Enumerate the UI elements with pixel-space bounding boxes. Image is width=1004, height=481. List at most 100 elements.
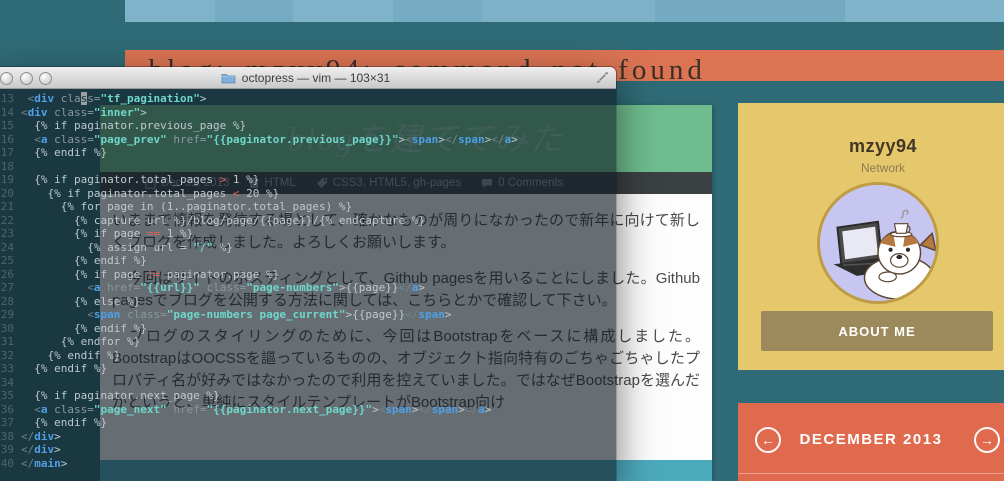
desktop: -blog: mzyy94: command not found blogを建て… xyxy=(0,0,1004,481)
browser-tab xyxy=(125,0,215,22)
archive-divider xyxy=(738,473,1004,474)
code-line: 13 <div class="tf_pagination"> xyxy=(0,92,616,106)
code-text: {% endif %} xyxy=(21,321,147,335)
line-number: 18 xyxy=(0,159,14,173)
about-me-button[interactable]: ABOUT ME xyxy=(761,311,993,351)
line-number: 23 xyxy=(0,227,14,240)
terminal-window-title: octopress — vim — 103×31 xyxy=(241,70,391,85)
code-line: 24 {% assign url = "/" %} xyxy=(0,241,616,255)
line-number: 37 xyxy=(0,416,14,429)
minimize-button[interactable] xyxy=(20,71,33,85)
vim-editor[interactable]: 13 <div class="tf_pagination"> 14 <div cla… xyxy=(0,89,616,481)
resize-icon[interactable] xyxy=(596,71,609,84)
terminal-title-bar[interactable]: octopress — vim — 103×31 xyxy=(0,67,616,89)
code-line: 36 <a class="page_next" href="{{paginato… xyxy=(0,403,616,417)
line-number: 30 xyxy=(0,321,14,335)
code-text: </div> xyxy=(21,429,61,443)
code-line: 25 {% endif %} xyxy=(0,254,616,268)
line-number: 24 xyxy=(0,240,14,254)
code-text: {% endif %} xyxy=(21,348,121,362)
browser-tab-bar xyxy=(125,0,1004,22)
code-line: 30 {% endif %} xyxy=(0,322,616,336)
code-line: 38 </div> xyxy=(0,430,616,444)
line-number: 25 xyxy=(0,254,14,267)
code-text: {% if page != paginator.page %} xyxy=(21,267,280,281)
code-text: {% endif %} xyxy=(21,254,147,267)
code-text: {% if page == 1 %} xyxy=(21,227,194,240)
line-number: 39 xyxy=(0,443,14,456)
browser-tab xyxy=(215,0,293,22)
line-number: 33 xyxy=(0,362,14,375)
code-text: </main> xyxy=(21,456,68,470)
line-number: 17 xyxy=(0,146,14,159)
dog-with-laptop-illustration xyxy=(820,185,936,301)
line-number: 19 xyxy=(0,173,14,186)
code-line: 37 {% endif %} xyxy=(0,416,616,430)
terminal-window[interactable]: octopress — vim — 103×31 13 <div class="… xyxy=(0,66,617,481)
line-number: 32 xyxy=(0,348,14,362)
code-line: 26 {% if page != paginator.page %} xyxy=(0,268,616,282)
code-text: </div> xyxy=(21,443,61,456)
archive-next-button[interactable]: → xyxy=(974,427,1000,453)
code-line: 29 <span class="page-numbers page_curren… xyxy=(0,308,616,322)
line-number: 34 xyxy=(0,375,14,389)
code-line: 14 <div class="inner"> xyxy=(0,106,616,120)
terminal-code: 13 <div class="tf_pagination"> 14 <div cla… xyxy=(0,92,616,470)
code-line: 23 {% if page == 1 %} xyxy=(0,227,616,241)
code-line: 35 {% if paginator.next_page %} xyxy=(0,389,616,403)
code-text: {% if paginator.total_pages > 1 %} xyxy=(21,173,260,186)
browser-tab xyxy=(482,0,655,22)
code-line: 31 {% endfor %} xyxy=(0,335,616,349)
line-number: 35 xyxy=(0,389,14,402)
avatar[interactable] xyxy=(817,182,939,304)
line-number: 36 xyxy=(0,402,14,416)
zoom-button[interactable] xyxy=(39,71,52,85)
profile-card: mzyy94 Network ABOUT ME xyxy=(738,103,1004,370)
line-number: 38 xyxy=(0,429,14,443)
code-text: {% if paginator.previous_page %} xyxy=(21,119,247,132)
code-text: <a class="page_next" href="{{paginator.n… xyxy=(34,402,492,416)
line-number: 20 xyxy=(0,186,14,200)
line-number: 14 xyxy=(0,105,14,119)
code-line: 33 {% endif %} xyxy=(0,362,616,376)
code-line: 15 {% if paginator.previous_page %} xyxy=(0,119,616,133)
code-text: {% for page in (1..paginator.total_pages… xyxy=(21,200,353,213)
code-text: {% endif %} xyxy=(21,146,108,159)
browser-tab xyxy=(845,0,1004,22)
code-line: 39 </div> xyxy=(0,443,616,457)
code-text: <span class="page-numbers page_current">… xyxy=(87,308,452,321)
code-line: 32 {% endif %} xyxy=(0,349,616,363)
close-button[interactable] xyxy=(0,71,13,85)
folder-icon xyxy=(221,73,236,83)
code-line: 18 xyxy=(0,160,616,174)
code-line: 19 {% if paginator.total_pages > 1 %} xyxy=(0,173,616,187)
code-text: {% assign url = "/" %} xyxy=(21,240,233,254)
archive-month-label: DECEMBER 2013 xyxy=(799,431,943,448)
code-text: {% endif %} xyxy=(21,362,108,375)
line-number: 21 xyxy=(0,200,14,213)
browser-tab xyxy=(393,0,482,22)
line-number: 16 xyxy=(0,132,14,146)
code-text: <a href="{{url}}" class="page-numbers">{… xyxy=(87,281,426,294)
code-line: 28 {% else %} xyxy=(0,295,616,309)
code-text: {% if paginator.next_page %} xyxy=(21,389,220,402)
line-number: 13 xyxy=(0,92,14,105)
code-line: 34 xyxy=(0,376,616,390)
browser-tab xyxy=(655,0,845,22)
code-text: {% endif %} xyxy=(21,416,108,429)
line-number: 22 xyxy=(0,213,14,227)
code-line: 21 {% for page in (1..paginator.total_pa… xyxy=(0,200,616,214)
line-number: 26 xyxy=(0,267,14,281)
line-number: 29 xyxy=(0,308,14,321)
line-number: 27 xyxy=(0,281,14,294)
code-text: <div class="tf_pagination"> xyxy=(27,92,207,105)
code-line: 40 </main> xyxy=(0,457,616,471)
code-text: {% endfor %} xyxy=(21,335,141,348)
browser-tab xyxy=(293,0,393,22)
profile-subtitle: Network xyxy=(860,161,905,175)
code-text: {% if paginator.total_pages < 20 %} xyxy=(21,186,280,200)
code-line: 16 <a class="page_prev" href="{{paginato… xyxy=(0,133,616,147)
code-line: 22 {% capture url %}/blog/page/{{page}}/… xyxy=(0,214,616,228)
code-text: <div class="inner"> xyxy=(21,105,147,119)
code-text: {% else %} xyxy=(21,294,141,308)
